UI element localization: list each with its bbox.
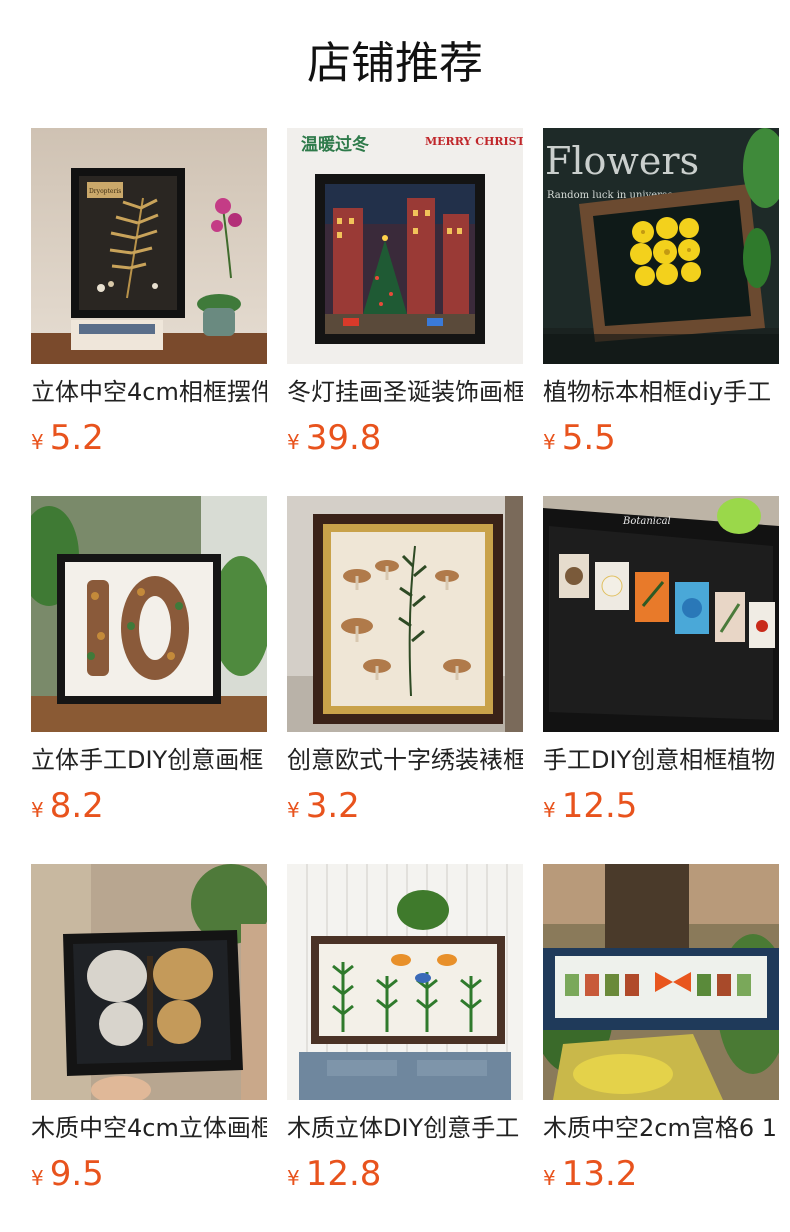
product-price: ¥3.2 <box>287 784 360 828</box>
currency-symbol: ¥ <box>287 1166 300 1190</box>
product-image-fern-specimen-frame[interactable]: Dryopteris <box>31 128 267 364</box>
price-value: 3.2 <box>305 786 360 826</box>
product-name[interactable]: 木质立体DIY创意手工 <box>287 1112 523 1144</box>
product-price: ¥12.5 <box>543 784 637 828</box>
price-value: 13.2 <box>561 1154 638 1194</box>
price-value: 39.8 <box>305 418 382 458</box>
currency-symbol: ¥ <box>287 430 300 454</box>
product-name[interactable]: 冬灯挂画圣诞装饰画框 <box>287 376 523 408</box>
product-image-grid-specimen-frame[interactable]: Botanical <box>543 496 779 732</box>
product-image-fern-butterfly-frame[interactable] <box>287 864 523 1100</box>
svg-text:Botanical: Botanical <box>622 516 671 527</box>
product-image-christmas-painting-frame[interactable]: 温暖过冬 MERRY CHRISTMAS <box>287 128 523 364</box>
overlay-text: Flowers <box>545 139 699 183</box>
product-name[interactable]: 手工DIY创意相框植物 <box>543 744 779 776</box>
product-image-butterfly-flower-frame[interactable] <box>31 864 267 1100</box>
overlay-text: MERRY CHRISTMAS <box>425 135 523 148</box>
product-price: ¥8.2 <box>31 784 104 828</box>
currency-symbol: ¥ <box>31 1166 44 1190</box>
price-value: 12.8 <box>305 1154 382 1194</box>
product-price: ¥5.2 <box>31 416 104 460</box>
currency-symbol: ¥ <box>543 430 556 454</box>
product-price: ¥5.5 <box>543 416 616 460</box>
price-value: 9.5 <box>49 1154 104 1194</box>
product-image-insect-grid-frame[interactable] <box>543 864 779 1100</box>
currency-symbol: ¥ <box>31 430 44 454</box>
section-title: 店铺推荐 <box>307 38 483 89</box>
price-value: 8.2 <box>49 786 104 826</box>
product-image-mushroom-print-frame[interactable] <box>287 496 523 732</box>
price-value: 12.5 <box>561 786 638 826</box>
product-name[interactable]: 创意欧式十字绣装裱框 <box>287 744 523 776</box>
svg-text:Dryopteris: Dryopteris <box>89 188 121 195</box>
product-price: ¥39.8 <box>287 416 381 460</box>
product-image-number-ten-flower-frame[interactable] <box>31 496 267 732</box>
currency-symbol: ¥ <box>543 798 556 822</box>
product-name[interactable]: 立体手工DIY创意画框 <box>31 744 267 776</box>
product-image-yellow-flower-frame[interactable]: Flowers Random luck in universe <box>543 128 779 364</box>
product-price: ¥13.2 <box>543 1152 637 1196</box>
product-name[interactable]: 植物标本相框diy手工 <box>543 376 779 408</box>
price-value: 5.2 <box>49 418 104 458</box>
product-price: ¥12.8 <box>287 1152 381 1196</box>
overlay-text: 温暖过冬 <box>301 134 369 155</box>
product-price: ¥9.5 <box>31 1152 104 1196</box>
product-name[interactable]: 木质中空2cm宫格6 1 <box>543 1112 779 1144</box>
currency-symbol: ¥ <box>287 798 300 822</box>
currency-symbol: ¥ <box>31 798 44 822</box>
product-name[interactable]: 立体中空4cm相框摆件 <box>31 376 267 408</box>
product-name[interactable]: 木质中空4cm立体画框 <box>31 1112 267 1144</box>
currency-symbol: ¥ <box>543 1166 556 1190</box>
price-value: 5.5 <box>561 418 616 458</box>
